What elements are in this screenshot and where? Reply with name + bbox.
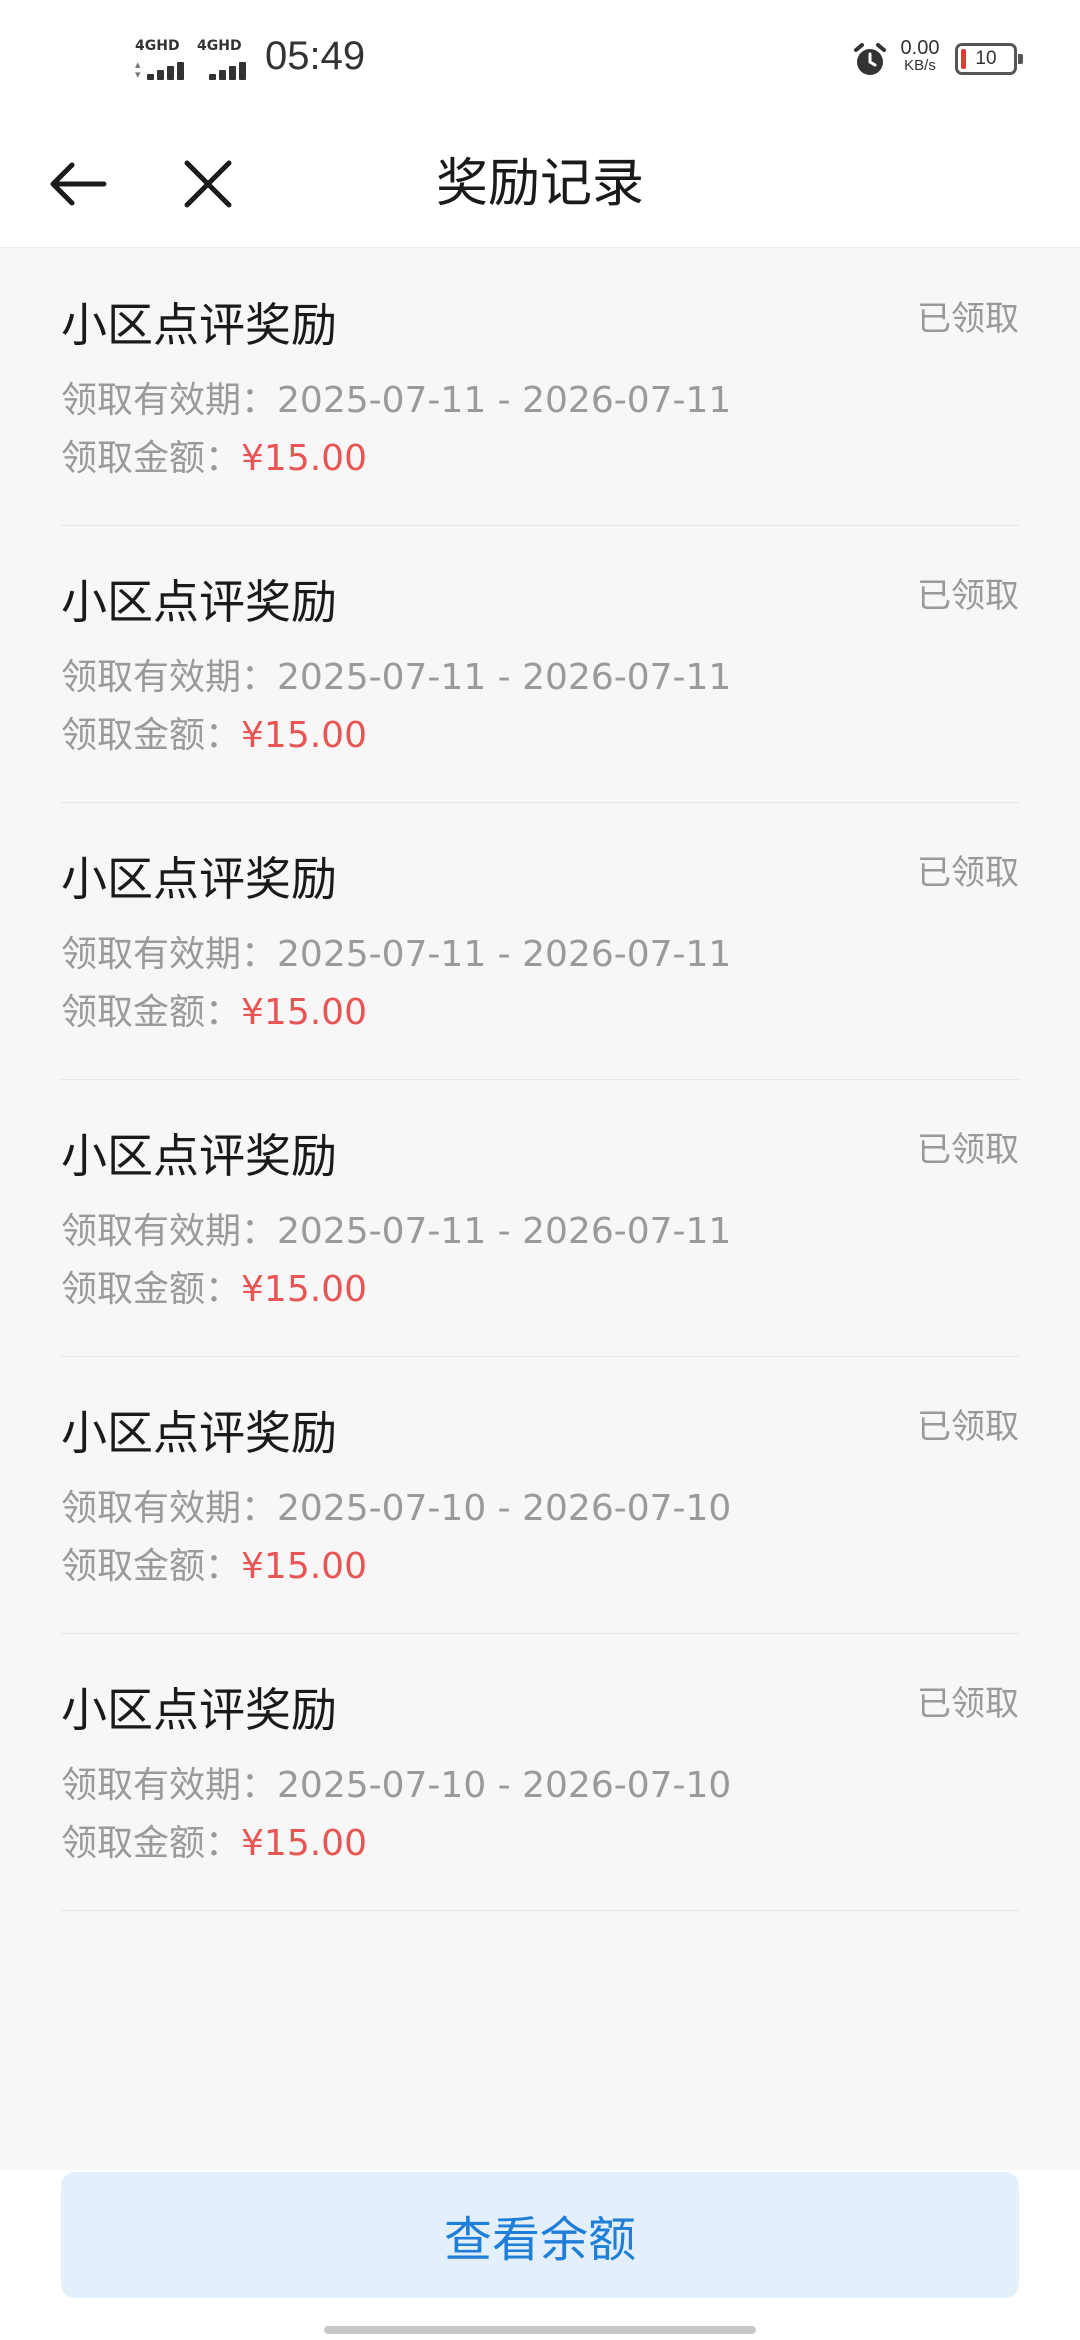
amount-label: 领取金额：	[61, 715, 242, 756]
arrow-left-icon	[50, 162, 107, 206]
status-badge: 已领取	[917, 1684, 1019, 1724]
amount-value: ¥15.00	[241, 1269, 367, 1310]
header: 奖励记录	[0, 120, 1080, 248]
reward-name: 小区点评奖励	[61, 1406, 337, 1460]
back-button[interactable]	[38, 144, 118, 224]
period-label: 领取有效期：	[61, 1211, 278, 1252]
network-type-2: 4GHD	[197, 38, 242, 54]
list-item[interactable]: 小区点评奖励 已领取 领取有效期：2025-07-11 - 2026-07-11…	[61, 1080, 1019, 1357]
period-value: 2025-07-11 - 2026-07-11	[277, 380, 732, 421]
list-item[interactable]: 小区点评奖励 已领取 领取有效期：2025-07-11 - 2026-07-11…	[61, 249, 1019, 526]
reward-name: 小区点评奖励	[61, 1129, 337, 1183]
amount-label: 领取金额：	[61, 992, 242, 1033]
amount-label: 领取金额：	[61, 1546, 242, 1587]
status-badge: 已领取	[917, 576, 1019, 616]
reward-records-page: 4GHD ▴ ▾ 4GHD 05:49 0.00 KB/s 10 奖励记录 小区…	[0, 0, 1080, 2340]
close-icon	[184, 160, 232, 208]
home-indicator[interactable]	[324, 2326, 756, 2334]
reward-name: 小区点评奖励	[61, 575, 337, 629]
list-item[interactable]: 小区点评奖励 已领取 领取有效期：2025-07-10 - 2026-07-10…	[61, 1634, 1019, 1911]
period-value: 2025-07-11 - 2026-07-11	[277, 934, 732, 975]
status-badge: 已领取	[917, 853, 1019, 893]
validity-period: 领取有效期：2025-07-11 - 2026-07-11	[61, 371, 731, 423]
amount-row: 领取金额：¥15.00	[61, 1260, 367, 1312]
period-value: 2025-07-10 - 2026-07-10	[277, 1765, 732, 1806]
page-title: 奖励记录	[435, 154, 644, 214]
data-arrows-icon: ▴ ▾	[135, 58, 141, 81]
amount-row: 领取金额：¥15.00	[61, 983, 367, 1035]
reward-name: 小区点评奖励	[61, 1683, 337, 1737]
period-value: 2025-07-10 - 2026-07-10	[277, 1488, 732, 1529]
status-badge: 已领取	[917, 1407, 1019, 1447]
signal-bars-icon	[147, 60, 193, 80]
battery-icon: 10	[955, 43, 1023, 75]
signal-bars-icon	[209, 60, 255, 80]
net-speed-unit: KB/s	[904, 57, 936, 74]
list-item[interactable]: 小区点评奖励 已领取 领取有效期：2025-07-10 - 2026-07-10…	[61, 1357, 1019, 1634]
signal-2: 4GHD	[197, 38, 255, 82]
period-label: 领取有效期：	[61, 657, 278, 698]
period-value: 2025-07-11 - 2026-07-11	[277, 1211, 732, 1252]
amount-value: ¥15.00	[241, 1546, 367, 1587]
validity-period: 领取有效期：2025-07-11 - 2026-07-11	[61, 648, 731, 700]
amount-label: 领取金额：	[61, 438, 242, 479]
amount-row: 领取金额：¥15.00	[61, 429, 367, 481]
page-title-wrap: 奖励记录	[0, 120, 1080, 248]
view-balance-button[interactable]: 查看余额	[61, 2172, 1019, 2298]
validity-period: 领取有效期：2025-07-11 - 2026-07-11	[61, 1202, 731, 1254]
period-label: 领取有效期：	[61, 934, 278, 975]
validity-period: 领取有效期：2025-07-10 - 2026-07-10	[61, 1479, 731, 1531]
reward-name: 小区点评奖励	[61, 298, 337, 352]
status-badge: 已领取	[917, 299, 1019, 339]
close-button[interactable]	[168, 144, 248, 224]
period-label: 领取有效期：	[61, 1488, 278, 1529]
reward-list: 小区点评奖励 已领取 领取有效期：2025-07-11 - 2026-07-11…	[61, 249, 1019, 1911]
validity-period: 领取有效期：2025-07-10 - 2026-07-10	[61, 1756, 731, 1808]
list-item[interactable]: 小区点评奖励 已领取 领取有效期：2025-07-11 - 2026-07-11…	[61, 803, 1019, 1080]
amount-row: 领取金额：¥15.00	[61, 1537, 367, 1589]
net-speed-value: 0.00	[900, 37, 940, 59]
period-label: 领取有效期：	[61, 1765, 278, 1806]
list-item[interactable]: 小区点评奖励 已领取 领取有效期：2025-07-11 - 2026-07-11…	[61, 526, 1019, 803]
battery-cap	[1018, 54, 1023, 64]
amount-value: ¥15.00	[241, 715, 367, 756]
battery-level: 10	[975, 48, 997, 69]
alarm-icon	[854, 43, 886, 75]
status-bar: 4GHD ▴ ▾ 4GHD 05:49 0.00 KB/s 10	[0, 0, 1080, 120]
network-type-1: 4GHD	[135, 38, 180, 54]
reward-name: 小区点评奖励	[61, 852, 337, 906]
signal-1: 4GHD ▴ ▾	[135, 38, 193, 82]
period-value: 2025-07-11 - 2026-07-11	[277, 657, 732, 698]
amount-row: 领取金额：¥15.00	[61, 706, 367, 758]
status-badge: 已领取	[917, 1130, 1019, 1170]
amount-row: 领取金额：¥15.00	[61, 1814, 367, 1866]
status-time: 05:49	[265, 34, 366, 78]
period-label: 领取有效期：	[61, 380, 278, 421]
amount-value: ¥15.00	[241, 438, 367, 479]
validity-period: 领取有效期：2025-07-11 - 2026-07-11	[61, 925, 731, 977]
amount-label: 领取金额：	[61, 1823, 242, 1864]
net-speed: 0.00 KB/s	[894, 38, 946, 74]
amount-value: ¥15.00	[241, 992, 367, 1033]
amount-value: ¥15.00	[241, 1823, 367, 1864]
amount-label: 领取金额：	[61, 1269, 242, 1310]
